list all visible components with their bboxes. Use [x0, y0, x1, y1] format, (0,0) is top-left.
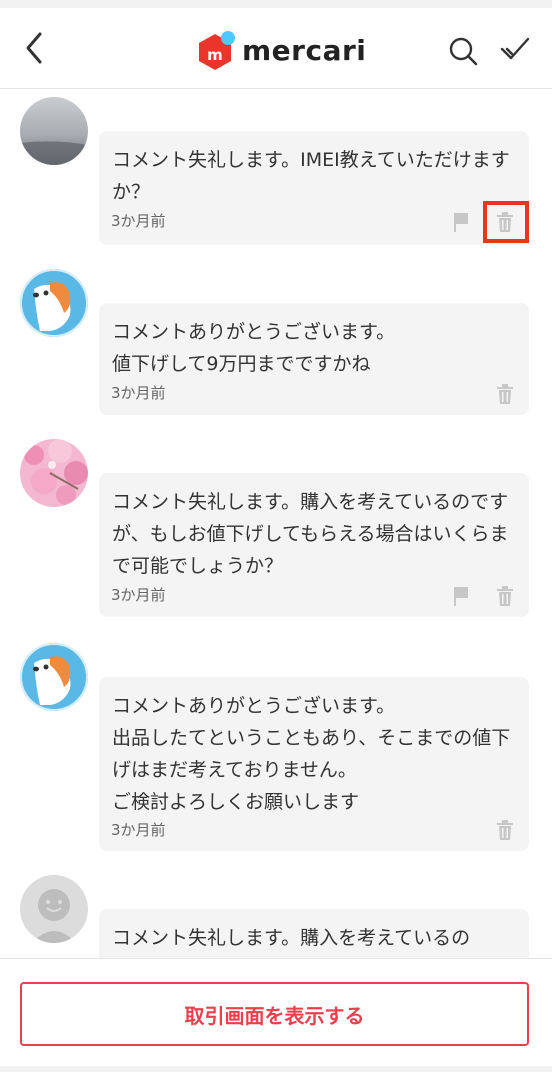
- comment-text: コメントありがとうございます。 出品したてということもあり、そこまでの値下げはま…: [112, 695, 511, 813]
- comment-bubble: コメントありがとうございます。 出品したてということもあり、そこまでの値下げはま…: [99, 677, 529, 851]
- comment-time: 3か月前: [111, 384, 166, 402]
- trash-icon: [497, 820, 513, 840]
- app-header: m mercari: [0, 8, 552, 89]
- footer-bar: 取引画面を表示する: [0, 958, 552, 1073]
- comment-bubble: コメントありがとうございます。 値下げして9万円までですかね 3か月前: [99, 303, 529, 415]
- search-icon: [449, 37, 478, 66]
- view-transaction-button[interactable]: 取引画面を表示する: [20, 982, 529, 1046]
- delete-button[interactable]: [495, 585, 515, 607]
- trash-icon: [497, 384, 513, 404]
- avatar[interactable]: [20, 269, 88, 337]
- comment-text: コメント失礼します。IMEI教えていただけますか？: [112, 149, 510, 203]
- comment-bubble: コメント失礼します。購入を考えているの: [99, 909, 529, 958]
- comment-bubble: コメント失礼します。購入を考えているのですが、もしお値下げしてもらえる場合はいく…: [99, 473, 529, 617]
- avatar[interactable]: [20, 439, 88, 507]
- flag-icon: [454, 587, 468, 606]
- comment-feed[interactable]: コメント失礼します。IMEI教えていただけますか？ 3か月前 コメントありがとう…: [0, 89, 552, 958]
- mercari-logo-icon: m: [195, 30, 235, 70]
- report-button[interactable]: [451, 211, 471, 233]
- delete-button[interactable]: [495, 819, 515, 841]
- chevron-left-icon: [26, 32, 42, 64]
- dog-avatar-icon: [20, 643, 88, 711]
- landscape-avatar-icon: [20, 97, 88, 165]
- comment-bubble: コメント失礼します。IMEI教えていただけますか？ 3か月前: [99, 131, 529, 245]
- comment-time: 3か月前: [111, 821, 166, 839]
- cherry-blossom-avatar-icon: [20, 439, 88, 507]
- delete-button[interactable]: [495, 383, 515, 405]
- comment-text: コメント失礼します。購入を考えているの: [112, 927, 471, 949]
- status-strip: [0, 0, 552, 8]
- logo-text: mercari: [242, 33, 367, 67]
- svg-text:m: m: [207, 46, 223, 64]
- comment-time: 3か月前: [111, 586, 166, 604]
- dog-avatar-icon: [20, 269, 88, 337]
- mercari-logo: m mercari: [195, 28, 366, 72]
- check-button[interactable]: [498, 32, 532, 66]
- avatar[interactable]: [20, 643, 88, 711]
- comment-text: コメント失礼します。購入を考えているのですが、もしお値下げしてもらえる場合はいく…: [112, 491, 509, 577]
- highlight-box: [483, 201, 529, 243]
- bottom-strip: [0, 1066, 552, 1072]
- back-button[interactable]: [20, 30, 50, 66]
- search-button[interactable]: [446, 34, 480, 68]
- avatar[interactable]: [20, 97, 88, 165]
- trash-icon: [497, 586, 513, 606]
- default-face-avatar-icon: [20, 875, 88, 943]
- flag-icon: [454, 213, 468, 232]
- report-button[interactable]: [451, 585, 471, 607]
- comment-time: 3か月前: [111, 212, 166, 230]
- comment-text: コメントありがとうございます。 値下げして9万円までですかね: [112, 321, 396, 375]
- checkmark-icon: [500, 37, 530, 60]
- avatar[interactable]: [20, 875, 88, 943]
